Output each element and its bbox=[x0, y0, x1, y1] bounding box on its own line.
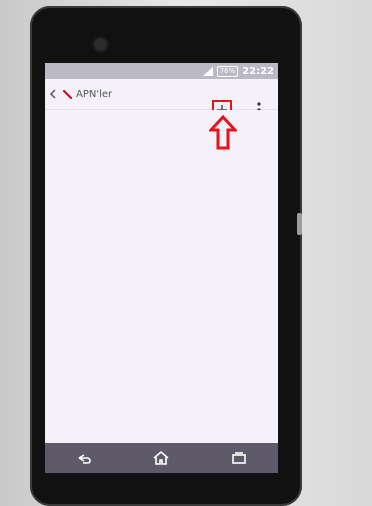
battery-indicator: 76% bbox=[216, 65, 239, 77]
apn-list-empty bbox=[45, 110, 278, 443]
page-title: APN'ler bbox=[76, 88, 113, 100]
nav-back-icon[interactable] bbox=[75, 450, 93, 466]
navigation-bar bbox=[45, 443, 278, 473]
action-bar: APN'ler bbox=[45, 79, 278, 120]
phone-screen: 76% 22:22 APN'ler bbox=[45, 63, 278, 473]
settings-app-icon bbox=[63, 89, 72, 99]
status-bar: 76% 22:22 bbox=[45, 63, 278, 79]
status-time: 22:22 bbox=[242, 65, 274, 77]
nav-home-icon[interactable] bbox=[152, 450, 170, 466]
nav-recents-icon[interactable] bbox=[230, 450, 248, 466]
side-button bbox=[297, 213, 302, 235]
signal-icon bbox=[202, 66, 213, 76]
back-arrow-icon[interactable] bbox=[47, 87, 59, 101]
up-arrow-annotation-icon bbox=[209, 115, 237, 150]
front-camera bbox=[94, 38, 107, 51]
